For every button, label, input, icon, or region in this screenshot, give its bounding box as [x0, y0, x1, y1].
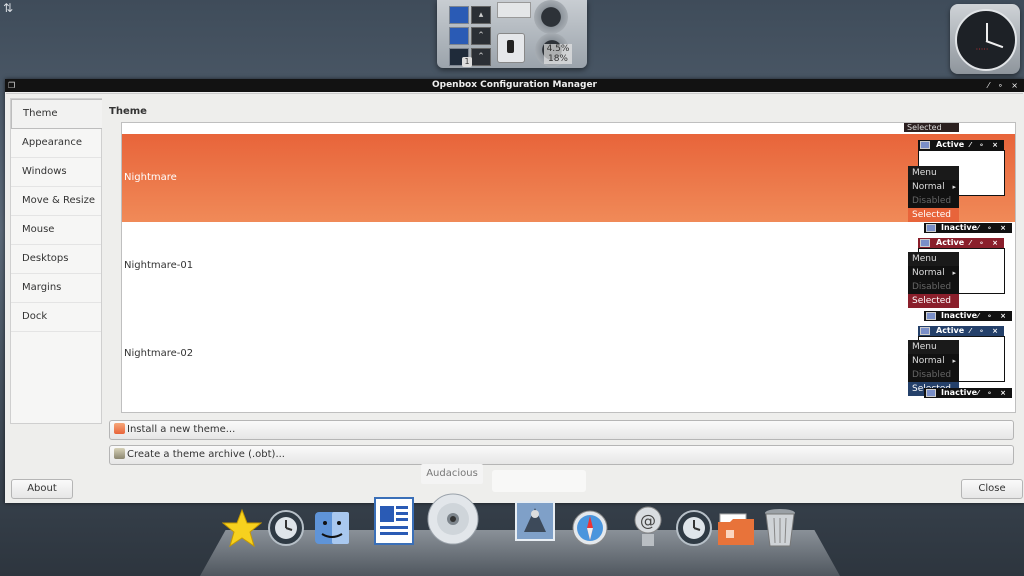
- sidebar-item-windows[interactable]: Windows: [11, 158, 101, 187]
- cpu-readout: 4.5% 18%: [544, 44, 572, 64]
- time-machine-icon[interactable]: [266, 508, 306, 548]
- workspace-nav-icon[interactable]: ▴: [471, 6, 491, 24]
- top-widget-slot: [497, 2, 531, 18]
- preview-inactive-label: Inactive: [941, 223, 978, 232]
- clock-face-icon: [955, 9, 1017, 71]
- preview-menu: Menu Normal▸ Disabled Selected: [908, 166, 959, 222]
- close-button[interactable]: Close: [961, 479, 1023, 499]
- safari-icon[interactable]: [570, 508, 610, 548]
- install-package-icon: [114, 423, 125, 434]
- openbox-config-window: ❐ Openbox Configuration Manager ⁄ ∘ × Th…: [5, 79, 1024, 503]
- theme-name: Nightmare-02: [124, 348, 194, 359]
- preview-active-title: Active ⁄ ∘ ×: [918, 140, 1004, 150]
- theme-name: Nightmare-01: [124, 260, 194, 271]
- theme-preview: Inactive ⁄ ∘ × Active ⁄ ∘ × Menu Normal ▸…: [908, 222, 1014, 310]
- preview-menu-disabled: Disabled: [912, 370, 952, 380]
- preview-active-title: Active ⁄ ∘ ×: [918, 238, 1004, 248]
- create-archive-label: Create a theme archive (.obt)...: [127, 449, 285, 460]
- sidebar-item-theme[interactable]: Theme: [11, 99, 102, 129]
- clock-widget: ·····: [950, 4, 1020, 74]
- dock-tooltip-ghost: [492, 470, 586, 492]
- theme-name: Nightmare: [124, 172, 177, 183]
- preview-menu-normal: Normal ▸: [912, 182, 956, 192]
- theme-preview: Inactive ⁄ ∘ × Active ⁄ ∘ × Menu Normal ▸…: [908, 310, 1014, 398]
- theme-row-nightmare-02[interactable]: Nightmare-02 Inactive ⁄ ∘ × Active ⁄ ∘ ×: [122, 310, 1015, 398]
- sidebar-item-margins[interactable]: Margins: [11, 274, 101, 303]
- preview-inactive-title: Inactive ⁄ ∘ ×: [924, 311, 1012, 321]
- sidebar-item-desktops[interactable]: Desktops: [11, 245, 101, 274]
- toggle-switch-icon[interactable]: [497, 33, 525, 63]
- section-title: Theme: [109, 106, 147, 117]
- preview-menu-title: Menu: [908, 252, 959, 266]
- preview-menu-normal: Normal ▸: [912, 268, 956, 278]
- create-archive-button[interactable]: Create a theme archive (.obt)...: [109, 445, 1014, 465]
- time-machine-icon[interactable]: [674, 508, 714, 548]
- preview-menu-selected: Selected: [908, 208, 959, 222]
- cd-icon[interactable]: [426, 492, 480, 546]
- preview-active-label: Active: [936, 238, 965, 247]
- about-button[interactable]: About: [11, 479, 73, 499]
- preview-inactive-label: Inactive: [941, 388, 978, 397]
- dock-tooltip: Audacious: [421, 464, 483, 484]
- preview-menu-title: Menu: [908, 166, 959, 180]
- preview-inactive-label: Inactive: [941, 311, 978, 320]
- gauge-icon: [534, 0, 568, 34]
- workspace-number: 1: [462, 57, 472, 67]
- preview-selected-tab: Selected: [904, 123, 959, 132]
- cpu-value-1: 4.5%: [546, 44, 570, 54]
- folder-icon[interactable]: [716, 508, 756, 548]
- sidebar-item-appearance[interactable]: Appearance: [11, 129, 101, 158]
- cpu-value-2: 18%: [547, 54, 568, 64]
- trash-icon[interactable]: [762, 506, 798, 548]
- preview-inactive-title-bottom: Inactive ⁄ ∘ ×: [924, 388, 1012, 398]
- preview-menu-selected: Selected: [908, 294, 959, 308]
- preview-window-icon: [926, 389, 936, 397]
- sidebar-item-dock[interactable]: Dock: [11, 303, 101, 332]
- window-content: Theme Appearance Windows Move & Resize M…: [6, 93, 1023, 503]
- install-theme-button[interactable]: Install a new theme...: [109, 420, 1014, 440]
- preview-menu-normal: Normal ▸: [912, 356, 956, 366]
- install-theme-label: Install a new theme...: [127, 424, 236, 435]
- svg-text:@: @: [640, 511, 656, 530]
- clock-brand: ·····: [975, 45, 989, 54]
- archive-icon: [114, 448, 125, 459]
- preview-window-icon: [926, 224, 936, 232]
- preview-active-title: Active ⁄ ∘ ×: [918, 326, 1004, 336]
- theme-preview: Active ⁄ ∘ × Menu Normal ▸ Disabled Selec…: [908, 134, 1014, 222]
- star-icon[interactable]: [221, 508, 263, 548]
- workspace-2-preview[interactable]: [449, 27, 469, 45]
- preview-inactive-title: Inactive ⁄ ∘ ×: [924, 223, 1012, 233]
- preview-active-label: Active: [936, 140, 965, 149]
- window-title: Openbox Configuration Manager: [431, 80, 597, 90]
- preview-window-icon: [920, 327, 930, 335]
- sidebar-item-move-resize[interactable]: Move & Resize: [11, 187, 101, 216]
- finder-icon[interactable]: [312, 508, 352, 548]
- preview-menu: Menu Normal▸ Disabled Selected: [908, 252, 959, 308]
- preview-window-icon: [926, 312, 936, 320]
- preview-window-icon: [920, 239, 930, 247]
- workspace-1-preview[interactable]: [449, 6, 469, 24]
- theme-row-nightmare-01[interactable]: Nightmare-01 Inactive ⁄ ∘ × Active ⁄ ∘ ×: [122, 222, 1015, 310]
- preview-menu-disabled: Disabled: [912, 196, 952, 206]
- document-icon[interactable]: [372, 496, 418, 546]
- mail-icon[interactable]: [514, 498, 556, 542]
- preview-menu-title: Menu: [908, 340, 959, 354]
- theme-row-nightmare[interactable]: Nightmare Active ⁄ ∘ × Menu Normal ▸ Disa…: [122, 134, 1015, 222]
- workspace-nav-icon[interactable]: ⌃: [471, 27, 491, 45]
- window-controls[interactable]: ⁄ ∘ ×: [988, 79, 1021, 92]
- workspace-nav-icon[interactable]: ⌃: [471, 48, 491, 66]
- window-titlebar[interactable]: ❐ Openbox Configuration Manager ⁄ ∘ ×: [5, 79, 1024, 92]
- top-left-arrows-icon[interactable]: ⇅: [0, 0, 16, 16]
- at-icon[interactable]: @: [630, 504, 666, 548]
- sidebar-item-mouse[interactable]: Mouse: [11, 216, 101, 245]
- preview-active-label: Active: [936, 326, 965, 335]
- sidebar: Theme Appearance Windows Move & Resize M…: [10, 98, 102, 424]
- preview-menu-disabled: Disabled: [912, 282, 952, 292]
- theme-list[interactable]: Selected ⁄ ∘ × Nightmare Active ⁄ ∘ × Me…: [121, 122, 1016, 413]
- preview-window-icon: [920, 141, 930, 149]
